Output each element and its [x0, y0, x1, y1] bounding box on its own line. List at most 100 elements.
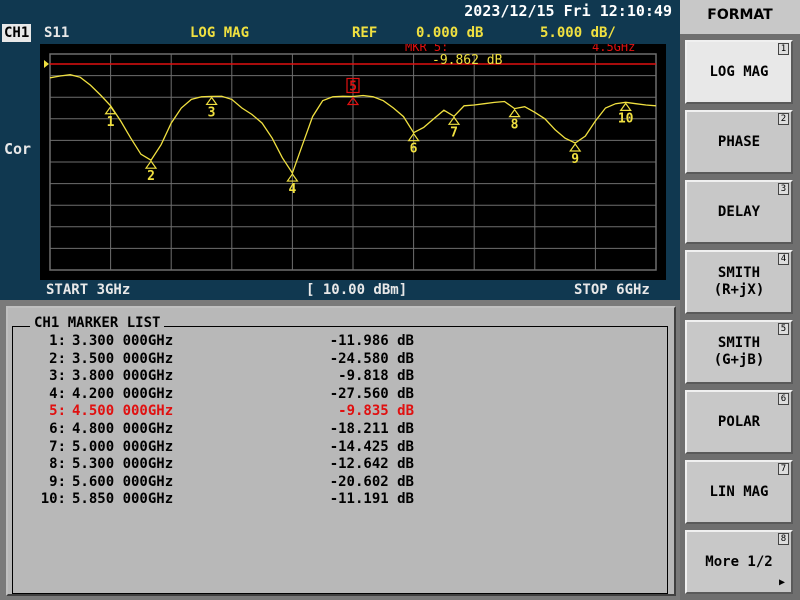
softkey-label: DELAY [687, 182, 791, 242]
softkey-number: 5 [778, 323, 789, 335]
softkey-label: More 1/2 [687, 532, 791, 592]
marker-frequency: 4.800 000GHz [72, 421, 174, 437]
marker-frequency: 5.000 000GHz [72, 438, 174, 455]
measurement-screen: Cor 1 2 3 4 5 6 7 8 9 10 MKR 5: -9.862 dB 4.5GHz … [0, 44, 680, 300]
marker-row[interactable]: 8: 5.300 000GHz -12.642 dB [24, 456, 414, 473]
marker-9-label: 9 [571, 152, 579, 167]
marker-number: 7: [49, 438, 66, 455]
softkey-label: POLAR [687, 392, 791, 452]
softkey-label: LIN MAG [687, 462, 791, 522]
start-frequency[interactable]: START 3GHz [46, 280, 130, 300]
sweep-footer: START 3GHz [ 10.00 dBm] STOP 6GHz [0, 280, 680, 300]
softkey-number: 7 [778, 463, 789, 475]
active-marker-freq: 4.5GHz [592, 44, 635, 54]
reference-marker-icon [44, 60, 49, 68]
softkey-number: 8 [778, 533, 789, 545]
marker-number: 8: [49, 456, 66, 473]
marker-value: -11.191 dB [329, 491, 414, 508]
softkey-label-line1: LIN MAG [709, 483, 769, 500]
marker-number: 4: [49, 385, 66, 402]
datetime-display: 2023/12/15 Fri 12:10:49 [464, 2, 672, 20]
marker-8-label: 8 [511, 118, 519, 133]
marker-7-label: 7 [450, 125, 458, 140]
softkey-lin-mag[interactable]: LIN MAG 7 [685, 460, 793, 524]
softkey-number: 4 [778, 253, 789, 265]
marker-number: 5: [49, 403, 66, 420]
marker-1-label: 1 [107, 115, 115, 130]
marker-value: -24.580 dB [329, 350, 414, 367]
marker-row[interactable]: 3: 3.800 000GHz -9.818 dB [24, 368, 414, 385]
softkey-label: PHASE [687, 112, 791, 172]
softkey-label-line2: (G+jB) [713, 352, 765, 368]
softkey-number: 1 [778, 43, 789, 55]
marker-10-label: 10 [618, 111, 634, 126]
correction-indicator: Cor [4, 140, 32, 158]
marker-row[interactable]: 1: 3.300 000GHz -11.986 dB [24, 333, 414, 350]
active-marker-value: -9.862 dB [432, 53, 503, 68]
marker-2-label: 2 [147, 169, 155, 184]
marker-frequency: 5.850 000GHz [72, 491, 174, 508]
marker-value: -12.642 dB [329, 456, 414, 473]
marker-row[interactable]: 9: 5.600 000GHz -20.602 dB [24, 474, 414, 491]
submenu-arrow-icon: ▶ [778, 577, 785, 588]
marker-frequency: 3.500 000GHz [72, 350, 174, 367]
softkey-more-1-2[interactable]: More 1/2 8 ▶ [685, 530, 793, 594]
softkey-label-line1: PHASE [717, 133, 761, 150]
marker-number: 3: [49, 368, 66, 385]
softkey-polar[interactable]: POLAR 6 [685, 390, 793, 454]
marker-frequency: 3.800 000GHz [72, 368, 174, 385]
marker-number: 1: [49, 333, 66, 349]
marker-value: -9.835 dB [338, 403, 414, 420]
softkey-log-mag[interactable]: LOG MAG 1 [685, 40, 793, 104]
softkey-label-line1: DELAY [717, 203, 761, 220]
softkey-label-line1: SMITH [717, 335, 761, 351]
softkey-number: 3 [778, 183, 789, 195]
marker-value: -27.560 dB [329, 385, 414, 402]
softkey-label-line1: LOG MAG [709, 63, 769, 80]
softkey-number: 2 [778, 113, 789, 125]
softkey-label-line1: SMITH [717, 265, 761, 281]
marker-number: 6: [49, 421, 66, 437]
marker-value: -20.602 dB [329, 473, 414, 490]
softkey-label-line2: (R+jX) [713, 282, 765, 298]
softkey-label-line1: POLAR [717, 413, 761, 430]
trace-header: CH1 S11 LOG MAG REF 0.000 dB 5.000 dB/ [0, 22, 680, 44]
marker-4-label: 4 [288, 182, 296, 197]
marker-row[interactable]: 4: 4.200 000GHz -27.560 dB [24, 386, 414, 403]
softkey-panel: FORMAT LOG MAG 1 PHASE 2 DELAY 3 SMITH (R+jX) 4 S… [680, 0, 800, 600]
softkey-smith-rjx[interactable]: SMITH (R+jX) 4 [685, 250, 793, 314]
softkey-phase[interactable]: PHASE 2 [685, 110, 793, 174]
marker-row[interactable]: 2: 3.500 000GHz -24.580 dB [24, 351, 414, 368]
scale-value: 5.000 dB/ [540, 25, 616, 41]
marker-row[interactable]: 10: 5.850 000GHz -11.191 dB [24, 491, 414, 508]
source-power[interactable]: [ 10.00 dBm] [306, 280, 407, 300]
trace-plot[interactable]: 12345678910 MKR 5: -9.862 dB 4.5GHz [40, 44, 666, 280]
marker-3-label: 3 [208, 105, 216, 120]
marker-value: -18.211 dB [329, 421, 414, 437]
marker-number: 2: [49, 350, 66, 367]
softkey-label: SMITH (R+jX) [687, 252, 791, 312]
softkey-number: 6 [778, 393, 789, 405]
marker-list-title: CH1 MARKER LIST [30, 315, 165, 331]
marker-value: -11.986 dB [329, 333, 414, 349]
plot-area[interactable]: 1 2 3 4 5 6 7 8 9 10 MKR 5: -9.862 dB 4.5GHz [40, 44, 666, 280]
marker-frequency: 4.200 000GHz [72, 385, 174, 402]
softkey-menu-title: FORMAT [680, 0, 800, 34]
marker-frequency: 5.600 000GHz [72, 473, 174, 490]
marker-frequency: 5.300 000GHz [72, 456, 174, 473]
marker-value: -14.425 dB [329, 438, 414, 455]
marker-row[interactable]: 6: 4.800 000GHz -18.211 dB [24, 421, 414, 438]
softkey-delay[interactable]: DELAY 3 [685, 180, 793, 244]
softkey-smith-gjb[interactable]: SMITH (G+jB) 5 [685, 320, 793, 384]
parameter-label[interactable]: S11 [44, 22, 69, 44]
marker-5-label: 5 [349, 79, 357, 94]
marker-row[interactable]: 7: 5.000 000GHz -14.425 dB [24, 439, 414, 456]
format-label: LOG MAG [190, 25, 250, 41]
marker-value: -9.818 dB [338, 368, 414, 385]
stop-frequency[interactable]: STOP 6GHz [574, 280, 650, 300]
softkey-label: LOG MAG [687, 42, 791, 102]
marker-frequency: 4.500 000GHz [72, 403, 174, 420]
channel-label[interactable]: CH1 [2, 24, 32, 42]
marker-number: 10: [40, 491, 66, 508]
marker-row[interactable]: 5: 4.500 000GHz -9.835 dB [24, 403, 414, 420]
